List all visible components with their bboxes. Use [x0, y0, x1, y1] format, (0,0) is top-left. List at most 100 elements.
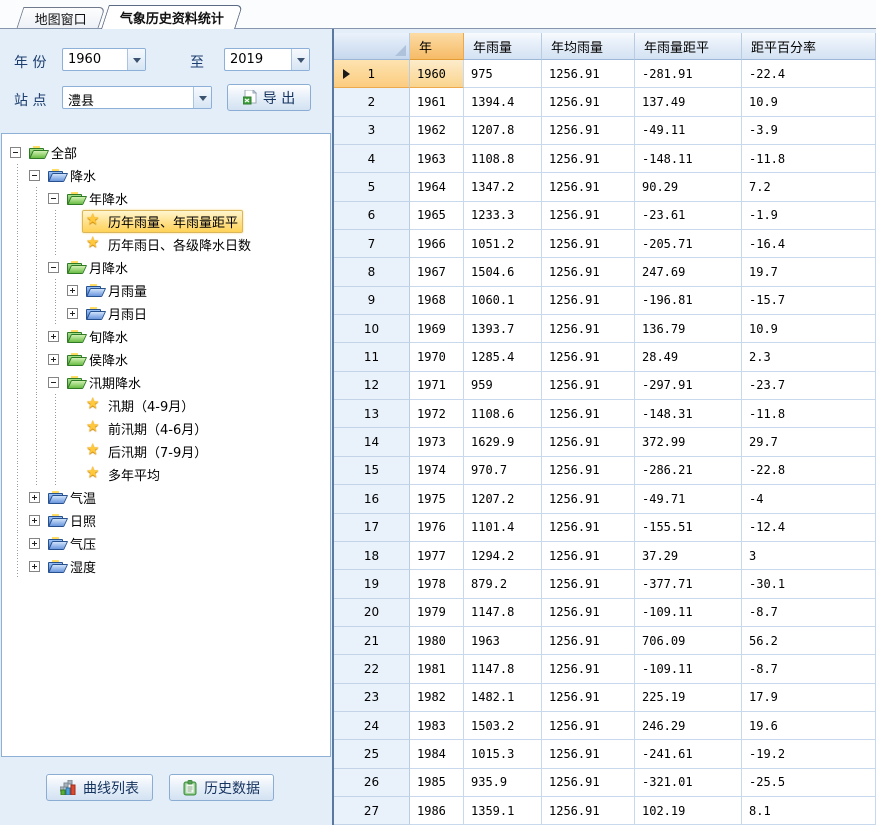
mean-rainfall-cell[interactable]: 1256.91	[542, 343, 635, 371]
year-cell[interactable]: 1979	[410, 599, 464, 627]
annual-rainfall-cell[interactable]: 935.9	[464, 769, 542, 797]
table-row[interactable]: 22 1981 1147.8 1256.91 -109.11 -8.7	[334, 655, 876, 683]
mean-rainfall-cell[interactable]: 1256.91	[542, 258, 635, 286]
anomaly-percent-cell[interactable]: 2.3	[742, 343, 876, 371]
select-all-corner-cell[interactable]	[334, 33, 410, 60]
row-number-cell[interactable]: 19	[334, 570, 410, 598]
annual-rainfall-cell[interactable]: 1233.3	[464, 202, 542, 230]
anomaly-percent-cell[interactable]: 10.9	[742, 315, 876, 343]
mean-rainfall-cell[interactable]: 1256.91	[542, 684, 635, 712]
tree-expander-toggle[interactable]	[48, 377, 59, 388]
year-cell[interactable]: 1973	[410, 428, 464, 456]
annual-rainfall-cell[interactable]: 1060.1	[464, 287, 542, 315]
year-cell[interactable]: 1967	[410, 258, 464, 286]
annual-rainfall-cell[interactable]: 1108.8	[464, 145, 542, 173]
anomaly-cell[interactable]: -109.11	[635, 599, 742, 627]
tree-node[interactable]: 湿度	[44, 555, 101, 578]
document-tab[interactable]: 地图窗口	[17, 7, 106, 28]
table-row[interactable]: 16 1975 1207.2 1256.91 -49.71 -4	[334, 485, 876, 513]
row-number-cell[interactable]: 9	[334, 287, 410, 315]
table-row[interactable]: 25 1984 1015.3 1256.91 -241.61 -19.2	[334, 740, 876, 768]
anomaly-cell[interactable]: 372.99	[635, 428, 742, 456]
table-row[interactable]: 27 1986 1359.1 1256.91 102.19 8.1	[334, 797, 876, 825]
year-cell[interactable]: 1982	[410, 684, 464, 712]
mean-rainfall-cell[interactable]: 1256.91	[542, 542, 635, 570]
annual-rainfall-cell[interactable]: 959	[464, 372, 542, 400]
mean-rainfall-cell[interactable]: 1256.91	[542, 173, 635, 201]
curve-list-button[interactable]: 曲线列表	[46, 774, 153, 801]
year-cell[interactable]: 1970	[410, 343, 464, 371]
history-data-button[interactable]: 历史数据	[169, 774, 274, 801]
tree-node[interactable]: 气压	[44, 532, 101, 555]
tree-expander-toggle[interactable]	[67, 308, 78, 319]
tree-item[interactable]: 湿度	[9, 555, 330, 578]
row-number-cell[interactable]: 4	[334, 145, 410, 173]
tree-node[interactable]: 前汛期（4-6月）	[82, 417, 212, 440]
table-row[interactable]: 15 1974 970.7 1256.91 -286.21 -22.8	[334, 457, 876, 485]
tree-item[interactable]: 汛期降水	[9, 371, 330, 394]
anomaly-cell[interactable]: -205.71	[635, 230, 742, 258]
mean-rainfall-cell[interactable]: 1256.91	[542, 88, 635, 116]
anomaly-cell[interactable]: -377.71	[635, 570, 742, 598]
row-number-cell[interactable]: 26	[334, 769, 410, 797]
anomaly-cell[interactable]: 28.49	[635, 343, 742, 371]
anomaly-cell[interactable]: -286.21	[635, 457, 742, 485]
year-cell[interactable]: 1981	[410, 655, 464, 683]
tree-expander-toggle[interactable]	[48, 262, 59, 273]
tree-expander-toggle[interactable]	[29, 170, 40, 181]
table-row[interactable]: 18 1977 1294.2 1256.91 37.29 3	[334, 542, 876, 570]
table-row[interactable]: 5 1964 1347.2 1256.91 90.29 7.2	[334, 173, 876, 201]
tree-expander-toggle[interactable]	[10, 147, 21, 158]
table-row[interactable]: 2 1961 1394.4 1256.91 137.49 10.9	[334, 88, 876, 116]
annual-rainfall-cell[interactable]: 1108.6	[464, 400, 542, 428]
table-row[interactable]: 8 1967 1504.6 1256.91 247.69 19.7	[334, 258, 876, 286]
row-number-cell[interactable]: 5	[334, 173, 410, 201]
tree-node[interactable]: 后汛期（7-9月）	[82, 440, 212, 463]
mean-rainfall-cell[interactable]: 1256.91	[542, 627, 635, 655]
tree-item[interactable]: 历年雨日、各级降水日数	[9, 233, 330, 256]
anomaly-percent-cell[interactable]: -8.7	[742, 655, 876, 683]
tree-node[interactable]: 历年雨日、各级降水日数	[82, 233, 256, 256]
annual-rainfall-cell[interactable]: 1147.8	[464, 599, 542, 627]
table-row[interactable]: 21 1980 1963 1256.91 706.09 56.2	[334, 627, 876, 655]
anomaly-cell[interactable]: 247.69	[635, 258, 742, 286]
column-header[interactable]: 年	[410, 33, 464, 60]
tree-node[interactable]: 多年平均	[82, 463, 165, 486]
row-number-cell[interactable]: 25	[334, 740, 410, 768]
annual-rainfall-cell[interactable]: 1394.4	[464, 88, 542, 116]
year-cell[interactable]: 1972	[410, 400, 464, 428]
anomaly-percent-cell[interactable]: 7.2	[742, 173, 876, 201]
mean-rainfall-cell[interactable]: 1256.91	[542, 315, 635, 343]
table-row[interactable]: 17 1976 1101.4 1256.91 -155.51 -12.4	[334, 514, 876, 542]
anomaly-percent-cell[interactable]: 3	[742, 542, 876, 570]
tree-item[interactable]: 后汛期（7-9月）	[9, 440, 330, 463]
tree-item[interactable]: 气压	[9, 532, 330, 555]
anomaly-percent-cell[interactable]: -11.8	[742, 145, 876, 173]
annual-rainfall-cell[interactable]: 1359.1	[464, 797, 542, 825]
tree-item[interactable]: 旬降水	[9, 325, 330, 348]
anomaly-cell[interactable]: 246.29	[635, 712, 742, 740]
anomaly-cell[interactable]: -49.71	[635, 485, 742, 513]
table-row[interactable]: 11 1970 1285.4 1256.91 28.49 2.3	[334, 343, 876, 371]
document-tab[interactable]: 气象历史资料统计	[101, 5, 243, 29]
anomaly-cell[interactable]: 706.09	[635, 627, 742, 655]
tree-expander-toggle[interactable]	[48, 193, 59, 204]
mean-rainfall-cell[interactable]: 1256.91	[542, 145, 635, 173]
year-cell[interactable]: 1969	[410, 315, 464, 343]
year-cell[interactable]: 1984	[410, 740, 464, 768]
table-row[interactable]: 4 1963 1108.8 1256.91 -148.11 -11.8	[334, 145, 876, 173]
year-cell[interactable]: 1978	[410, 570, 464, 598]
year-from-dropdown-button[interactable]	[127, 49, 145, 70]
table-row[interactable]: 6 1965 1233.3 1256.91 -23.61 -1.9	[334, 202, 876, 230]
anomaly-cell[interactable]: -23.61	[635, 202, 742, 230]
mean-rainfall-cell[interactable]: 1256.91	[542, 60, 635, 88]
anomaly-percent-cell[interactable]: 10.9	[742, 88, 876, 116]
export-button[interactable]: 导 出	[227, 84, 311, 111]
table-row[interactable]: 3 1962 1207.8 1256.91 -49.11 -3.9	[334, 117, 876, 145]
anomaly-percent-cell[interactable]: 29.7	[742, 428, 876, 456]
row-number-cell[interactable]: 13	[334, 400, 410, 428]
mean-rainfall-cell[interactable]: 1256.91	[542, 457, 635, 485]
tree-item[interactable]: 汛期（4-9月）	[9, 394, 330, 417]
tree-node[interactable]: 月降水	[63, 256, 133, 279]
anomaly-cell[interactable]: 90.29	[635, 173, 742, 201]
